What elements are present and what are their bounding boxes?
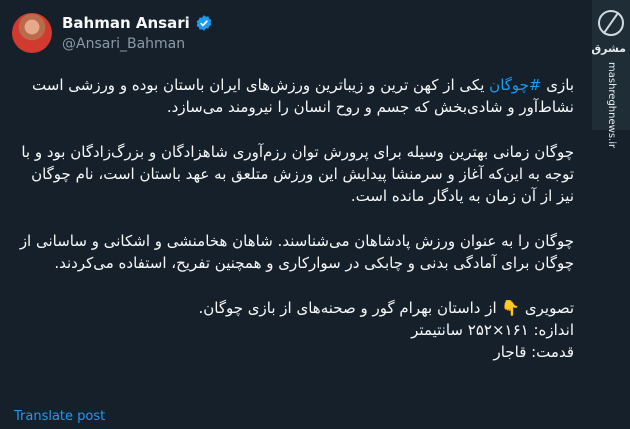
verified-badge-icon [196,15,212,31]
tweet-paragraph-1: بازی #چوگان یکی از کهن ترین و زیباترین و… [12,74,574,118]
watermark-brand: مشرق [591,42,626,55]
tweet-paragraph-2: چوگان زمانی بهترین وسیله برای پرورش توان… [21,143,574,205]
tweet-paragraph-4-line-2: اندازه: ۱۶۱×۲۵۲ سانتیمتر [411,321,574,339]
tweet-paragraph-4-line-3: قدمت: قاجار [493,343,574,361]
author-name[interactable]: Bahman Ansari [62,14,190,32]
watermark-site: mashreghnews.ir [606,62,617,149]
tweet-p1-prefix: بازی [541,76,574,94]
brand-logo-icon [598,10,624,36]
tweet-paragraph-4-line-1: تصویری 👇 از داستان بهرام گور و صحنه‌های … [198,299,574,317]
author-name-row[interactable]: Bahman Ansari [62,14,213,32]
author-handle[interactable]: @Ansari_Bahman [62,36,185,52]
watermark-logo: مشرق mashreghnews.ir [591,0,630,148]
tweet-text: بازی #چوگان یکی از کهن ترین و زیباترین و… [12,74,574,363]
hashtag-link[interactable]: #چوگان [489,76,541,94]
tweet-header: Bahman Ansari @Ansari_Bahman [0,0,590,64]
tweet-paragraph-3: چوگان را به عنوان ورزش پادشاهان می‌شناسن… [19,232,574,272]
avatar[interactable] [12,13,52,53]
translate-post-link[interactable]: Translate post [14,409,105,424]
